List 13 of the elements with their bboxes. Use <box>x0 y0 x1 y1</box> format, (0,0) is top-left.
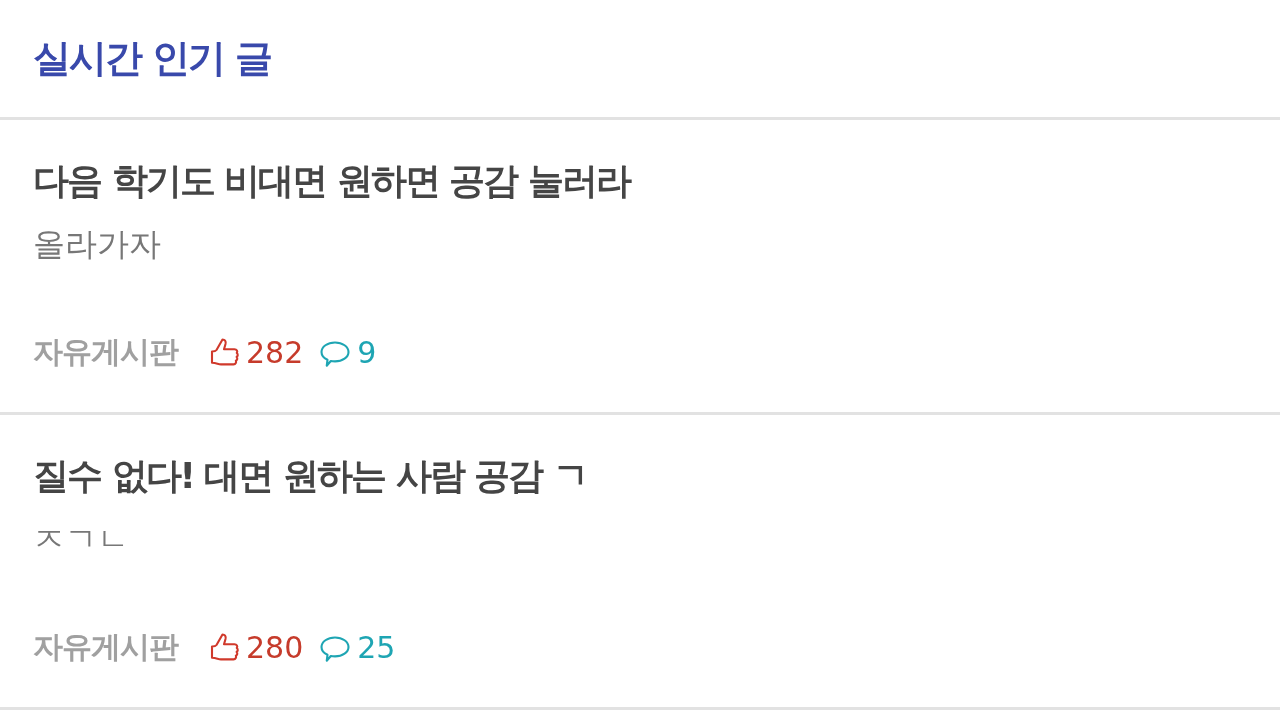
comment-count: 9 <box>357 335 377 370</box>
comment-count: 25 <box>357 630 396 665</box>
post-card[interactable]: 질수 없다! 대면 원하는 사람 공감 ㄱ ㅈㄱㄴ 자유게시판 280 25 <box>0 415 1280 710</box>
board-name: 자유게시판 <box>33 628 178 666</box>
post-excerpt: ㅈㄱㄴ <box>33 519 130 560</box>
like-count: 282 <box>246 335 304 370</box>
post-card[interactable]: 다음 학기도 비대면 원하면 공감 눌러라 올라가자 자유게시판 282 9 <box>0 120 1280 415</box>
section-title: 실시간 인기 글 <box>33 35 272 82</box>
board-name: 자유게시판 <box>33 333 178 371</box>
post-title: 다음 학기도 비대면 원하면 공감 눌러라 <box>33 159 632 203</box>
like-count: 280 <box>246 630 304 665</box>
post-title: 질수 없다! 대면 원하는 사람 공감 ㄱ <box>33 454 588 498</box>
post-excerpt: 올라가자 <box>33 224 162 265</box>
